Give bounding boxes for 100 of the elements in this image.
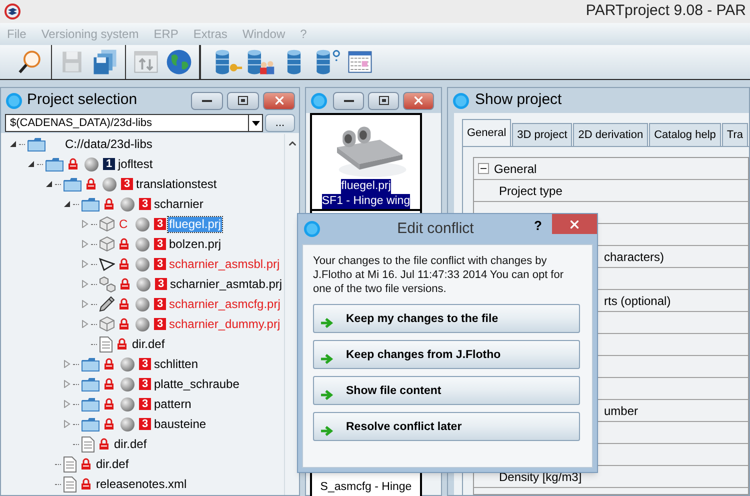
tree-item[interactable]: scharnier_asmtab.prj — [169, 276, 284, 292]
tree-item[interactable]: platte_schraube — [153, 376, 240, 392]
tab[interactable]: 3D project — [512, 123, 572, 146]
close-icon — [412, 94, 425, 107]
tab[interactable]: General — [462, 119, 512, 146]
file-caption: SF1 - Hinge wing — [322, 194, 410, 209]
count-badge: 3 — [139, 378, 151, 390]
tree-item[interactable]: scharnier_asmcfg.prj — [168, 296, 282, 312]
cube-icon — [99, 316, 115, 332]
cube-icon — [99, 216, 115, 232]
file-caption: S_asmcfg - Hinge — [320, 480, 412, 495]
file-name: fluegel.prj — [341, 179, 391, 194]
tree-item[interactable]: scharnier — [153, 196, 204, 212]
count-badge: 3 — [139, 358, 151, 370]
option-button[interactable]: Resolve conflict later — [313, 412, 580, 441]
tab[interactable]: Catalog help — [649, 123, 721, 146]
folder-icon — [45, 156, 64, 172]
panel-orb-icon — [310, 92, 328, 110]
tree-item[interactable]: dir.def — [113, 436, 148, 452]
tree-item[interactable]: jofltest — [117, 156, 154, 172]
expander-icon[interactable] — [45, 180, 53, 188]
path-dropdown[interactable]: $(CADENAS_DATA)/23d-libs — [5, 114, 263, 132]
globe-icon — [120, 376, 135, 392]
globe-icon — [120, 396, 135, 412]
expander-icon[interactable] — [9, 140, 17, 148]
caret-icon — [252, 120, 260, 126]
database-users-icon[interactable] — [246, 47, 276, 77]
tree-item[interactable]: bolzen.prj — [168, 236, 222, 252]
count-badge: 3 — [155, 278, 167, 290]
maximize-button[interactable] — [368, 92, 399, 110]
collapse-icon[interactable] — [478, 163, 489, 174]
tree-item[interactable]: releasenotes.xml — [95, 476, 188, 492]
pencil-icon — [99, 296, 115, 312]
folder-icon — [81, 196, 100, 212]
status-letter: C — [119, 216, 129, 233]
tree-item[interactable]: scharnier_asmsbl.prj — [168, 256, 281, 272]
expander-icon[interactable] — [27, 160, 35, 168]
globe-icon — [136, 276, 151, 292]
tree-item[interactable]: dir.def — [95, 456, 130, 472]
arrow-right-icon — [320, 389, 334, 401]
count-badge: 3 — [154, 318, 166, 330]
database-key-icon[interactable] — [213, 47, 243, 77]
document-icon — [81, 436, 95, 452]
globe-icon — [120, 196, 135, 212]
minimize-icon — [202, 98, 212, 102]
globe-icon — [135, 256, 150, 272]
minimize-icon — [344, 98, 354, 102]
folder-icon — [81, 396, 100, 412]
tree-item[interactable]: translationstest — [135, 176, 218, 192]
property-label: umber — [604, 402, 638, 420]
close-button[interactable] — [263, 92, 295, 110]
close-button[interactable] — [552, 214, 597, 234]
document-icon — [99, 336, 113, 352]
document-icon — [63, 476, 77, 492]
globe-icon[interactable] — [164, 47, 194, 77]
arrow-right-icon — [320, 425, 334, 437]
globe-icon — [120, 416, 135, 432]
globe-icon — [120, 356, 135, 372]
count-badge: 3 — [154, 238, 166, 250]
tree-item[interactable]: C://data/23d-libs — [64, 136, 154, 152]
app-logo-icon — [4, 3, 21, 20]
property-label: characters) — [604, 248, 664, 266]
group-label: General — [494, 160, 537, 178]
tab[interactable]: Tra — [722, 123, 748, 146]
option-button[interactable]: Show file content — [313, 376, 580, 405]
arrow-right-icon — [320, 353, 334, 365]
scrollbar[interactable] — [284, 134, 299, 495]
option-button[interactable]: Keep my changes to the file — [313, 304, 580, 333]
globe-icon — [135, 236, 150, 252]
preview-card[interactable]: fluegel.prj SF1 - Hinge wing — [310, 113, 422, 211]
window-title: PARTproject 9.08 - PAR — [586, 1, 746, 22]
count-badge: 3 — [154, 258, 166, 270]
tree-item[interactable]: pattern — [153, 396, 192, 412]
minimize-button[interactable] — [191, 92, 223, 110]
dialog-message: Your changes to the file conflict with changes by J.Flotho at Mi 16. Jul 11:47:33 2014 You can opt for one of the two file versions. — [313, 254, 565, 296]
expander-icon[interactable] — [63, 200, 71, 208]
globe-icon — [135, 296, 150, 312]
browse-button[interactable]: ... — [265, 114, 295, 132]
maximize-icon — [378, 96, 388, 105]
minimize-button[interactable] — [333, 92, 364, 110]
maximize-icon — [238, 96, 248, 105]
tree-item[interactable]: bausteine — [153, 416, 208, 432]
tree-item[interactable]: dir.def — [131, 336, 166, 352]
cubes-icon — [99, 276, 116, 292]
dialog-orb-icon — [303, 220, 321, 238]
maximize-button[interactable] — [227, 92, 259, 110]
folder-icon — [27, 136, 46, 152]
close-button[interactable] — [403, 92, 434, 110]
globe-icon — [102, 176, 117, 192]
arrow-right-icon — [320, 317, 334, 329]
option-button[interactable]: Keep changes from J.Flotho — [313, 340, 580, 369]
tree-item[interactable]: scharnier_dummy.prj — [168, 316, 282, 332]
count-badge: 3 — [121, 178, 133, 190]
tree-item[interactable]: schlitten — [153, 356, 200, 372]
folder-icon — [81, 416, 100, 432]
property-label: rts (optional) — [604, 292, 671, 310]
tab[interactable]: 2D derivation — [573, 123, 648, 146]
count-badge: 1 — [103, 158, 115, 170]
help-button[interactable]: ? — [530, 216, 546, 236]
panel-title: Show project — [475, 90, 562, 110]
